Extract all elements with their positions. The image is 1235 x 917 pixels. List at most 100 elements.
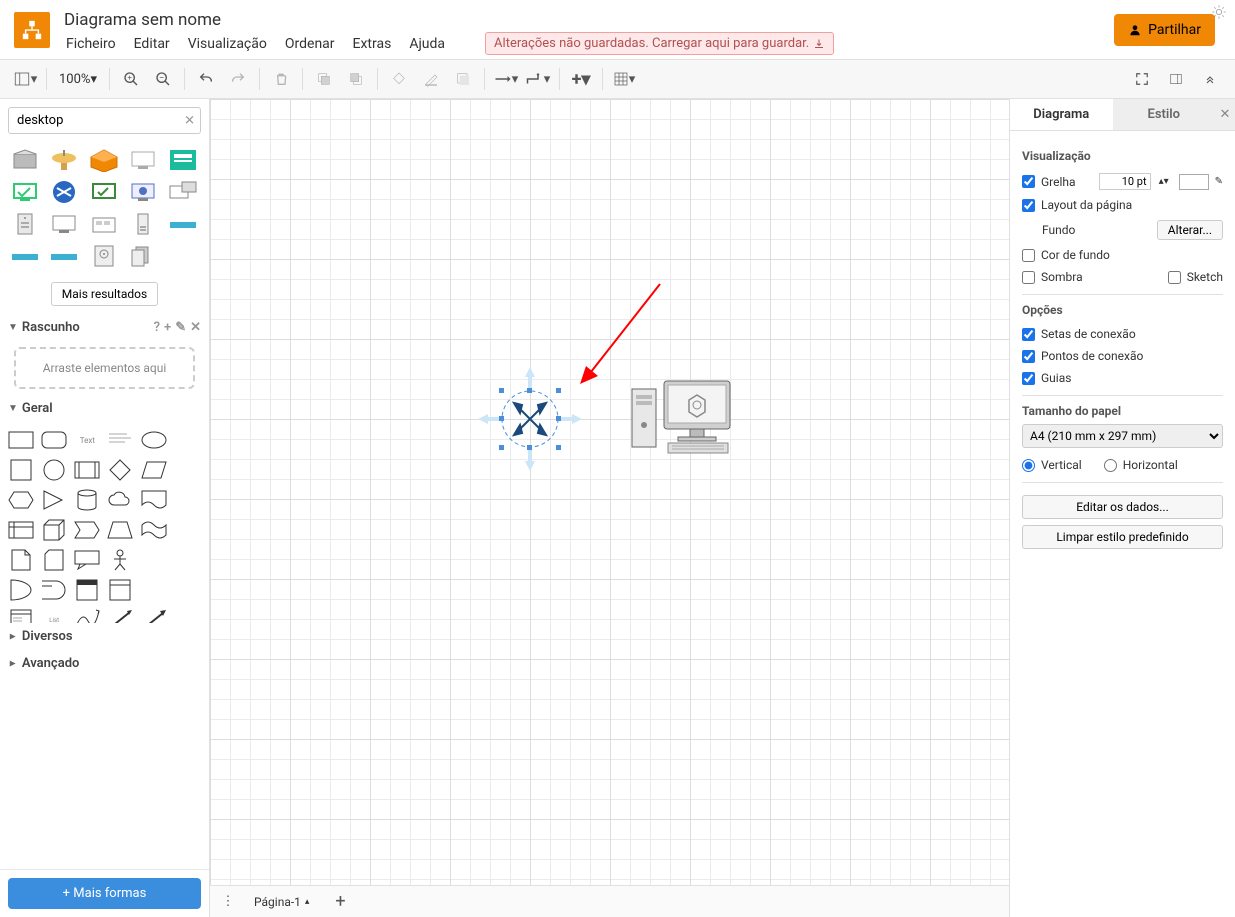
shape-bidir-arrow[interactable] (105, 606, 135, 623)
collapse-toolbar-button[interactable] (1195, 65, 1225, 93)
result-shape[interactable] (166, 210, 200, 238)
shape-actor[interactable] (105, 546, 135, 574)
shape-hexagon[interactable] (6, 486, 36, 514)
bgcolor-checkbox[interactable] (1022, 249, 1035, 262)
grid-label[interactable]: Grelha (1041, 175, 1076, 189)
line-color-button[interactable] (416, 65, 446, 93)
zoom-in-button[interactable] (116, 65, 146, 93)
clear-search-icon[interactable]: ✕ (184, 113, 195, 128)
close-panel-icon[interactable]: ✕ (1215, 99, 1235, 130)
sketch-label[interactable]: Sketch (1187, 270, 1223, 284)
fill-color-button[interactable] (384, 65, 414, 93)
misc-section-header[interactable]: ▼Diversos (0, 623, 209, 650)
shape-trapezoid[interactable] (105, 516, 135, 544)
result-shape[interactable] (126, 146, 160, 174)
shape-note[interactable] (6, 546, 36, 574)
sidebar-toggle-button[interactable]: ▾ (10, 65, 40, 93)
menu-arrange[interactable]: Ordenar (283, 34, 337, 54)
shape-blank6[interactable] (172, 546, 202, 574)
help-icon[interactable]: ? (154, 320, 160, 335)
shape-roundrect[interactable] (39, 426, 69, 454)
waypoint-style-button[interactable]: ▾ (523, 65, 553, 93)
result-shape[interactable] (87, 178, 121, 206)
zoom-dropdown[interactable]: 100% ▾ (53, 72, 103, 87)
general-section-header[interactable]: ▼Geral (0, 395, 209, 422)
shape-list2[interactable]: List (39, 606, 69, 623)
delete-button[interactable] (266, 65, 296, 93)
advanced-section-header[interactable]: ▼Avançado (0, 650, 209, 677)
shape-blank5[interactable] (139, 546, 169, 574)
share-button[interactable]: Partilhar (1114, 14, 1215, 46)
zoom-out-button[interactable] (148, 65, 178, 93)
shape-container2[interactable] (105, 576, 135, 604)
shape-blank3[interactable] (172, 486, 202, 514)
appearance-icon[interactable] (1211, 4, 1227, 24)
shape-cloud[interactable] (105, 486, 135, 514)
shape-blank8[interactable] (172, 576, 202, 604)
tab-style[interactable]: Estilo (1113, 99, 1216, 130)
shape-parallelogram[interactable] (139, 456, 169, 484)
shape-blank2[interactable] (172, 456, 202, 484)
paper-size-select[interactable]: A4 (210 mm x 297 mm) (1022, 424, 1223, 448)
conn-points-checkbox[interactable] (1022, 350, 1035, 363)
horizontal-label[interactable]: Horizontal (1123, 458, 1178, 472)
scratch-dropzone[interactable]: Arraste elementos aqui (14, 347, 195, 389)
insert-button[interactable]: +▾ (566, 65, 596, 93)
result-shape[interactable] (47, 146, 81, 174)
bgcolor-label[interactable]: Cor de fundo (1041, 248, 1110, 262)
more-results-button[interactable]: Mais resultados (51, 282, 158, 306)
selected-shape-hub[interactable] (470, 359, 590, 483)
shape-container[interactable] (72, 576, 102, 604)
menu-extras[interactable]: Extras (351, 34, 394, 54)
close-icon[interactable]: ✕ (190, 320, 201, 335)
shape-blank7[interactable] (139, 576, 169, 604)
to-front-button[interactable] (309, 65, 339, 93)
shadow-checkbox[interactable] (1022, 271, 1035, 284)
shape-blank9[interactable] (172, 606, 202, 623)
shape-cylinder[interactable] (72, 486, 102, 514)
result-shape[interactable] (166, 178, 200, 206)
change-background-button[interactable]: Alterar... (1157, 220, 1223, 240)
result-shape[interactable] (8, 146, 42, 174)
shadow-toggle-button[interactable] (448, 65, 478, 93)
result-shape[interactable] (126, 242, 160, 270)
shape-blank[interactable] (172, 426, 202, 454)
shape-textbox[interactable] (105, 426, 135, 454)
shape-or[interactable] (6, 576, 36, 604)
conn-points-label[interactable]: Pontos de conexão (1041, 349, 1143, 363)
shape-step[interactable] (72, 516, 102, 544)
tab-diagram[interactable]: Diagrama (1010, 99, 1113, 130)
page-layout-checkbox[interactable] (1022, 199, 1035, 212)
shadow-label[interactable]: Sombra (1041, 270, 1083, 284)
to-back-button[interactable] (341, 65, 371, 93)
sketch-checkbox[interactable] (1168, 271, 1181, 284)
menu-help[interactable]: Ajuda (407, 34, 447, 54)
pages-menu-icon[interactable]: ⋮ (218, 888, 238, 916)
menu-view[interactable]: Visualização (186, 34, 269, 54)
shape-text[interactable]: Text (72, 426, 102, 454)
edit-icon[interactable]: ✎ (175, 320, 186, 335)
guides-label[interactable]: Guias (1041, 371, 1071, 385)
table-button[interactable]: ▾ (609, 65, 639, 93)
result-shape[interactable] (87, 146, 121, 174)
horizontal-radio[interactable] (1104, 459, 1117, 472)
shape-tape[interactable] (139, 516, 169, 544)
shape-and[interactable] (39, 576, 69, 604)
undo-button[interactable] (191, 65, 221, 93)
shape-callout[interactable] (72, 546, 102, 574)
clear-style-button[interactable]: Limpar estilo predefinido (1022, 525, 1223, 549)
page-layout-label[interactable]: Layout da página (1041, 198, 1132, 212)
shape-rect[interactable] (6, 426, 36, 454)
result-shape[interactable] (87, 210, 121, 238)
vertical-label[interactable]: Vertical (1041, 458, 1082, 472)
shape-process[interactable] (72, 456, 102, 484)
vertical-radio[interactable] (1022, 459, 1035, 472)
shape-ellipse[interactable] (139, 426, 169, 454)
scratch-section-header[interactable]: ▼Rascunho ? + ✎ ✕ (0, 314, 209, 341)
menu-edit[interactable]: Editar (132, 34, 172, 54)
shape-search-input[interactable] (8, 107, 201, 134)
canvas-shape-desktop[interactable] (628, 377, 738, 461)
grid-size-input[interactable] (1099, 173, 1151, 190)
shape-document[interactable] (139, 486, 169, 514)
result-shape[interactable] (87, 242, 121, 270)
